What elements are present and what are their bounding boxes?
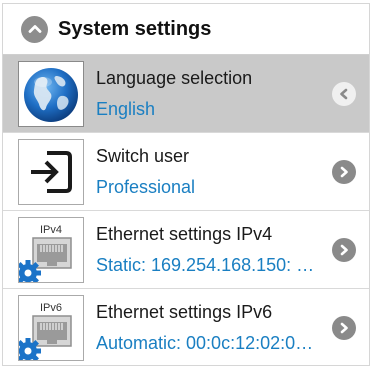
item-label: Ethernet settings IPv4 bbox=[96, 223, 273, 244]
item-value: Static: 169.254.168.150: 255.255.0.0 bbox=[96, 254, 316, 275]
chevron-left-icon[interactable] bbox=[332, 81, 356, 106]
chevron-up-icon[interactable] bbox=[21, 15, 48, 43]
ethernet-port-icon: IPv6 bbox=[18, 295, 84, 361]
section-title: System settings bbox=[58, 17, 212, 40]
list-item-ethernet-ipv4[interactable]: IPv4 Ethernet settings IPv4 Static: 169.… bbox=[3, 211, 369, 289]
globe-icon bbox=[18, 60, 84, 127]
port-label: IPv6 bbox=[40, 302, 62, 314]
chevron-right-icon[interactable] bbox=[332, 316, 356, 340]
port-label: IPv4 bbox=[40, 224, 62, 236]
item-label: Ethernet settings IPv6 bbox=[96, 302, 273, 322]
list-item-switch-user[interactable]: Switch user Professional bbox=[3, 133, 369, 211]
gear-icon bbox=[19, 259, 41, 282]
list-item-ethernet-ipv6[interactable]: IPv6 Ethernet settings IPv6 Automatic: 0… bbox=[3, 289, 369, 365]
system-settings-panel: System settings Language selection Engli… bbox=[2, 3, 370, 366]
item-label: Switch user bbox=[96, 145, 190, 166]
item-value: English bbox=[96, 98, 156, 119]
login-icon bbox=[18, 138, 84, 205]
chevron-right-icon[interactable] bbox=[332, 237, 356, 262]
item-label: Language selection bbox=[96, 67, 253, 88]
section-header[interactable]: System settings bbox=[3, 4, 369, 55]
ethernet-port-icon: IPv4 bbox=[18, 216, 84, 283]
item-value: Professional bbox=[96, 176, 196, 197]
item-value: Automatic: 00:0c:12:02:0e:8e bbox=[96, 333, 316, 353]
list-item-language-selection[interactable]: Language selection English bbox=[3, 55, 369, 133]
gear-icon bbox=[19, 338, 41, 360]
chevron-right-icon[interactable] bbox=[332, 159, 356, 184]
